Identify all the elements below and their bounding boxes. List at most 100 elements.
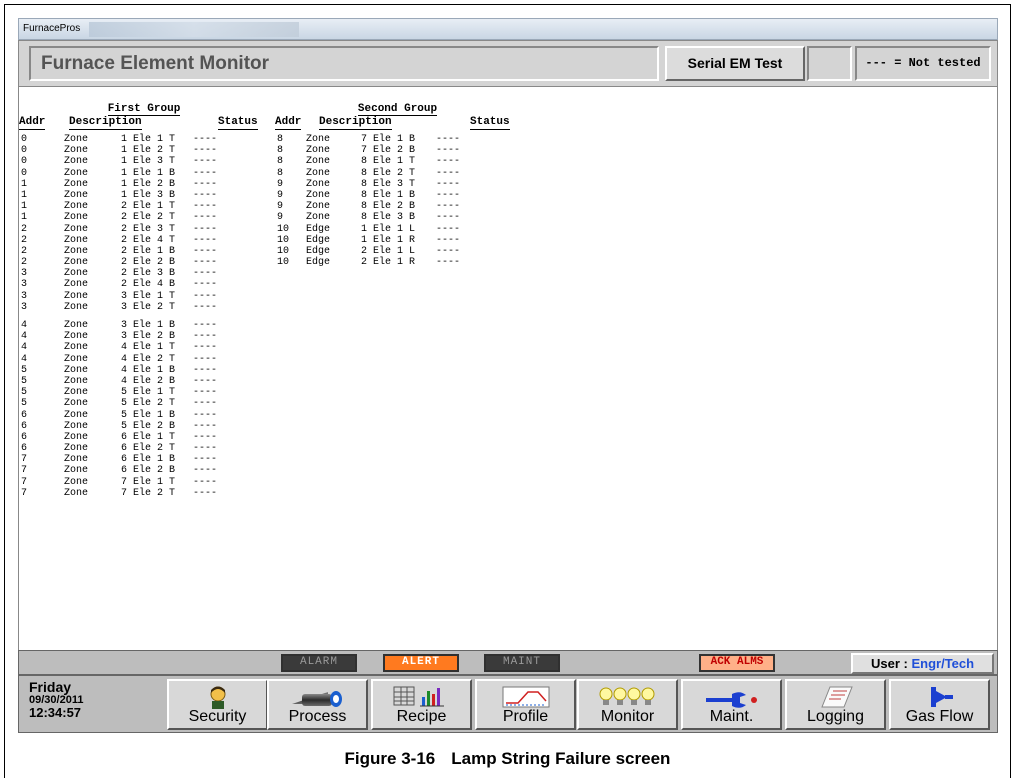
alarm-indicator[interactable]: ALARM [281,654,357,672]
row-addr: 0 [21,156,28,168]
row-status: ---- [436,245,461,257]
row-element: 5 Ele 2 T [121,398,176,410]
row-element: 5 Ele 1 B [121,409,176,421]
row-addr: 0 [21,145,28,157]
alert-indicator[interactable]: ALERT [383,654,459,672]
row-addr: 2 [21,257,28,269]
row-addr: 0 [21,134,28,145]
row-element: 8 Ele 2 T [361,167,416,179]
wrench-icon [683,684,780,710]
table-row: 4 Zone 3 Ele 2 B ---- [19,331,269,342]
row-element: 8 Ele 2 B [361,201,416,213]
row-addr: 3 [21,268,28,280]
table-row: 7 Zone 7 Ele 1 T ---- [19,477,269,488]
row-status: ---- [436,167,461,179]
row-addr: 3 [21,279,28,291]
recipe-chart-icon [373,684,470,710]
titlebar-blurred-area [89,22,299,37]
row-element: 6 Ele 1 T [121,431,176,443]
row-status: ---- [436,212,461,224]
table-row: 6 Zone 5 Ele 1 B ---- [19,410,269,421]
monitor-content: First Group Addr Description Status 0 Zon… [18,87,998,650]
user-box[interactable]: User : Engr/Tech [851,653,994,674]
nav-gas-flow-button[interactable]: Gas Flow [889,679,990,730]
row-addr: 9 [277,212,284,224]
row-status: ---- [193,201,218,213]
nav-process-button[interactable]: Process [267,679,368,730]
first-group-title: First Group [107,103,181,116]
nav-security-button[interactable]: Security [167,679,268,730]
nav-monitor-button[interactable]: Monitor [577,679,678,730]
row-element: 3 Ele 1 B [121,320,176,331]
table-row: 3 Zone 3 Ele 2 T ---- [19,302,269,313]
nav-profile-label: Profile [502,708,549,725]
table-row: 5 Zone 5 Ele 2 T ---- [19,398,269,409]
row-element: 3 Ele 2 T [121,301,176,313]
row-element: 8 Ele 1 B [361,189,416,201]
serial-em-test-button[interactable]: Serial EM Test [665,46,805,81]
valve-icon [891,684,988,710]
row-element: 1 Ele 1 R [361,234,416,246]
row-status: ---- [193,476,218,488]
table-row: 9 Zone 8 Ele 1 B ---- [275,190,520,201]
nav-maint-button[interactable]: Maint. [681,679,782,730]
row-element: 3 Ele 2 B [121,331,176,343]
nav-recipe-button[interactable]: Recipe [371,679,472,730]
row-addr: 7 [21,454,28,466]
row-status: ---- [193,364,218,376]
table-row: 6 Zone 6 Ele 2 T ---- [19,443,269,454]
table-row: 1 Zone 2 Ele 2 T ---- [19,212,269,223]
row-type: Zone [64,268,89,280]
row-status: ---- [193,387,218,399]
ack-alarms-button[interactable]: ACK ALMS [699,654,775,672]
row-type: Zone [64,454,89,466]
person-icon [169,684,266,710]
row-addr: 2 [21,245,28,257]
lamp-icon [579,684,676,710]
row-status: ---- [436,201,461,213]
row-type: Zone [306,201,331,213]
row-type: Zone [64,223,89,235]
table-row: 2 Zone 2 Ele 1 B ---- [19,246,269,257]
row-type: Zone [306,189,331,201]
row-type: Edge [306,245,331,257]
row-status: ---- [193,167,218,179]
maint-indicator[interactable]: MAINT [484,654,560,672]
row-type: Zone [64,201,89,213]
row-type: Zone [64,212,89,224]
col-status-header: Status [470,116,510,130]
row-status: ---- [193,409,218,421]
row-addr: 4 [21,342,28,354]
nav-profile-button[interactable]: Profile [475,679,576,730]
table-row: 0 Zone 1 Ele 3 T ---- [19,156,269,167]
row-element: 1 Ele 3 B [121,189,176,201]
col-description-header: Description [69,116,142,130]
table-row: 9 Zone 8 Ele 2 B ---- [275,201,520,212]
row-type: Zone [64,431,89,443]
row-element: 1 Ele 1 T [121,134,176,145]
row-addr: 5 [21,375,28,387]
screen-header: Furnace Element Monitor Serial EM Test -… [18,40,998,87]
row-status: ---- [193,431,218,443]
table-row: 7 Zone 7 Ele 2 T ---- [19,488,269,499]
screen-title: Furnace Element Monitor [29,46,659,81]
row-status: ---- [193,353,218,365]
row-addr: 8 [277,156,284,168]
row-type: Zone [64,320,89,331]
row-addr: 3 [21,301,28,313]
row-addr: 1 [21,201,28,213]
row-addr: 5 [21,398,28,410]
nav-monitor-label: Monitor [600,708,655,725]
row-element: 6 Ele 2 T [121,443,176,455]
row-status: ---- [193,189,218,201]
nav-maint-label: Maint. [709,708,754,725]
log-icon [787,684,884,710]
row-status: ---- [193,331,218,343]
nav-logging-button[interactable]: Logging [785,679,886,730]
row-status: ---- [193,212,218,224]
row-type: Zone [64,465,89,477]
row-type: Zone [64,167,89,179]
row-type: Zone [64,279,89,291]
row-status: ---- [436,178,461,190]
row-type: Zone [64,398,89,410]
